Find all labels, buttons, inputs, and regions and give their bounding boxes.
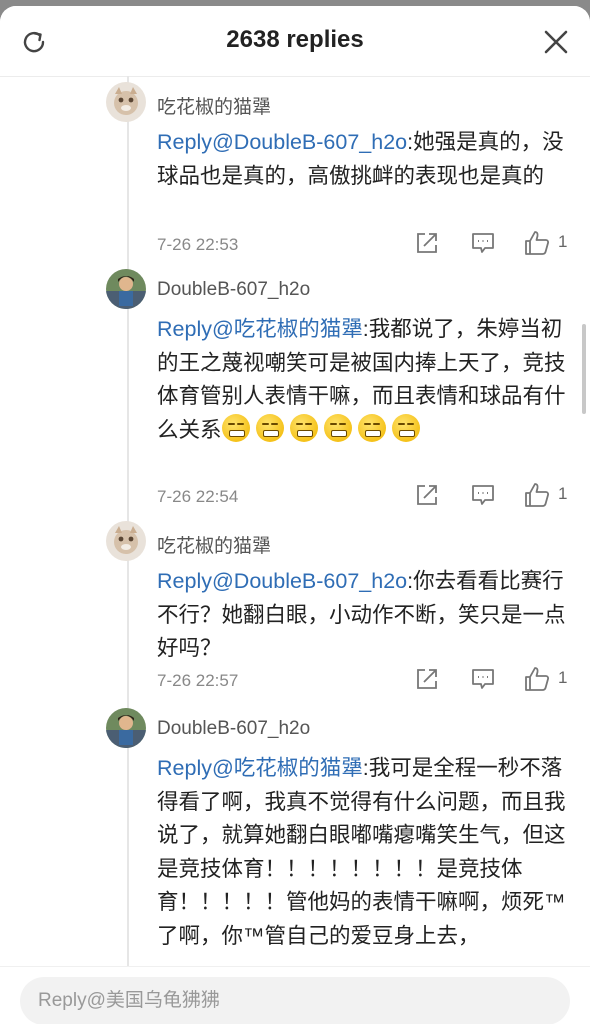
like-count: 1	[558, 232, 568, 251]
share-button[interactable]	[414, 230, 440, 256]
reply-box[interactable]	[20, 977, 570, 1024]
grinning-emoji-icon	[255, 413, 284, 442]
like-count: 1	[558, 668, 568, 687]
reply-text: Reply@吃花椒的猫犟:我都说了，朱婷当初的王之蔑视嘲笑可是被国内捧上天了，竞…	[157, 313, 567, 447]
like-button[interactable]	[524, 666, 550, 692]
footer	[0, 966, 590, 1024]
grinning-emoji-icon	[357, 413, 386, 442]
replies-sheet: 2638 replies 吃花椒的猫犟 Reply@DoubleB-607_h2…	[0, 6, 590, 1024]
reply-label: Reply	[157, 569, 212, 593]
reply-content: :我可是全程一秒不落得看了啊，我真不觉得有什么问题，而且我说了，就算她翻白眼嘟嘴…	[157, 756, 566, 948]
reply-list: 吃花椒的猫犟 Reply@DoubleB-607_h2o:她强是真的，没球品也是…	[0, 76, 590, 966]
like-count: 1	[558, 484, 568, 503]
username[interactable]: DoubleB-607_h2o	[157, 279, 310, 301]
share-button[interactable]	[414, 666, 440, 692]
mention-link[interactable]: @吃花椒的猫犟	[212, 756, 363, 780]
username[interactable]: 吃花椒的猫犟	[157, 92, 271, 119]
username[interactable]: 吃花椒的猫犟	[157, 531, 271, 558]
comment-icon	[472, 485, 494, 505]
close-icon	[544, 30, 568, 54]
close-button[interactable]	[538, 24, 574, 60]
share-button[interactable]	[414, 482, 440, 508]
grinning-emoji-icon	[323, 413, 352, 442]
avatar[interactable]	[106, 708, 146, 748]
grinning-emoji-icon	[391, 413, 420, 442]
action-bar: 1	[414, 666, 574, 692]
header: 2638 replies	[0, 6, 590, 77]
reply-text: Reply@DoubleB-607_h2o:她强是真的，没球品也是真的，高傲挑衅…	[157, 126, 567, 193]
share-icon	[417, 485, 437, 505]
reply-label: Reply	[157, 317, 212, 341]
share-icon	[417, 233, 437, 253]
reply-label: Reply	[157, 130, 212, 154]
reply-text: Reply@DoubleB-607_h2o:你去看看比赛行不行？她翻白眼，小动作…	[157, 565, 567, 666]
reply-label: Reply	[157, 756, 212, 780]
action-bar: 1	[414, 230, 574, 256]
mention-link[interactable]: @吃花椒的猫犟	[212, 317, 363, 341]
mention-link[interactable]: @DoubleB-607_h2o	[212, 130, 407, 154]
page-title: 2638 replies	[226, 26, 364, 53]
timestamp: 7-26 22:54	[157, 487, 239, 506]
comment-icon	[472, 669, 494, 689]
comment-button[interactable]	[470, 230, 496, 256]
timestamp: 7-26 22:53	[157, 235, 239, 254]
scrollbar[interactable]	[582, 324, 586, 414]
mention-link[interactable]: @DoubleB-607_h2o	[212, 569, 407, 593]
timestamp: 7-26 22:57	[157, 671, 239, 690]
share-icon	[417, 669, 437, 689]
like-button[interactable]	[524, 230, 550, 256]
reply-text: Reply@吃花椒的猫犟:我可是全程一秒不落得看了啊，我真不觉得有什么问题，而且…	[157, 752, 567, 953]
like-button[interactable]	[524, 482, 550, 508]
action-bar: 1	[414, 482, 574, 508]
grinning-emoji-icon	[221, 413, 250, 442]
thumbs-up-icon	[525, 483, 550, 507]
grinning-emoji-icon	[289, 413, 318, 442]
username[interactable]: DoubleB-607_h2o	[157, 718, 310, 740]
thumbs-up-icon	[525, 231, 550, 255]
avatar[interactable]	[106, 521, 146, 561]
comment-button[interactable]	[470, 666, 496, 692]
reply-input[interactable]	[20, 977, 556, 1024]
comment-icon	[472, 233, 494, 253]
comment-button[interactable]	[470, 482, 496, 508]
avatar[interactable]	[106, 82, 146, 122]
avatar[interactable]	[106, 269, 146, 309]
thumbs-up-icon	[525, 667, 550, 691]
